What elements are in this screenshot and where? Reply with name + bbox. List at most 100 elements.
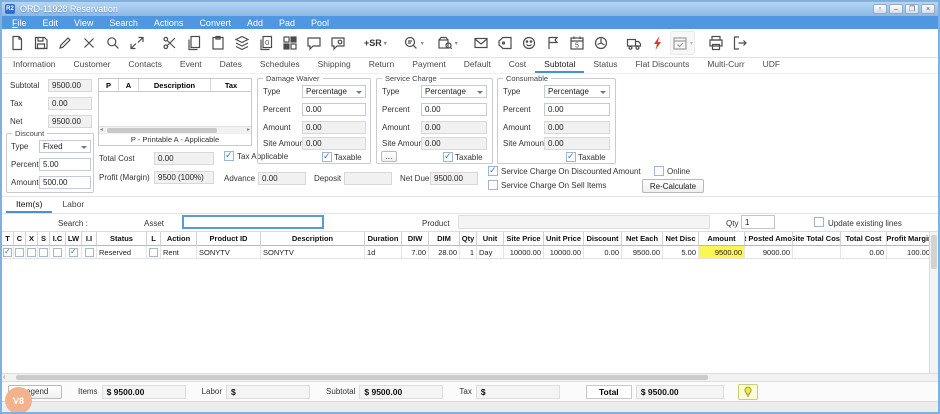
grid-col-action[interactable]: Action: [161, 232, 197, 246]
tax-applicable-checkbox[interactable]: [224, 151, 234, 161]
row-cell-unit-price[interactable]: 10000.00: [544, 246, 584, 259]
grid-col-net-disc[interactable]: Net Disc: [663, 232, 699, 246]
expand-button[interactable]: [125, 31, 149, 55]
row-checkbox-s[interactable]: [39, 248, 48, 257]
grid-col-t[interactable]: T: [2, 232, 14, 246]
grid-col-qty[interactable]: Qty: [460, 232, 477, 246]
comment-search-button[interactable]: [326, 31, 350, 55]
grid-col-i-c[interactable]: I.C: [50, 232, 66, 246]
sc-on-discounted-checkbox[interactable]: [488, 166, 498, 176]
copy-button[interactable]: [182, 31, 206, 55]
update-existing-checkbox[interactable]: [814, 217, 824, 227]
discount-amount-field[interactable]: 500.00: [39, 176, 91, 189]
grid-col-diw[interactable]: DIW: [402, 232, 429, 246]
grid-col-s[interactable]: S: [38, 232, 50, 246]
comment-button[interactable]: [302, 31, 326, 55]
grid-col-profit-margin[interactable]: Profit Margin: [887, 232, 933, 246]
dw-taxable-checkbox[interactable]: [322, 152, 332, 162]
delete-button[interactable]: [77, 31, 101, 55]
menu-pad[interactable]: Pad: [271, 16, 303, 29]
grid-col-net-posted-amou-[interactable]: Net Posted Amou...: [745, 232, 793, 246]
row-cell-s[interactable]: [38, 246, 50, 259]
scroll-left-icon[interactable]: ‹: [3, 374, 5, 382]
row-checkbox-lw[interactable]: [69, 248, 78, 257]
tag-button[interactable]: [493, 31, 517, 55]
row-cell-net-each[interactable]: 9500.00: [622, 246, 663, 259]
menu-search[interactable]: Search: [101, 16, 146, 29]
grid-col-amount[interactable]: Amount: [699, 232, 745, 246]
tab-default[interactable]: Default: [455, 57, 500, 73]
discount-percent-field[interactable]: 5.00: [39, 158, 91, 171]
grid-data-row[interactable]: ReservedRentSONYTVSONYTV1d7.0028.001Day1…: [2, 246, 933, 259]
menu-actions[interactable]: Actions: [146, 16, 192, 29]
row-checkbox-i-i[interactable]: [85, 248, 94, 257]
asset-input[interactable]: [182, 215, 324, 229]
truck-button[interactable]: [622, 31, 646, 55]
tab-udf[interactable]: UDF: [754, 57, 789, 73]
grid-col-x[interactable]: X: [26, 232, 38, 246]
online-checkbox[interactable]: [654, 166, 664, 176]
tab-cost[interactable]: Cost: [500, 57, 535, 73]
flag-button[interactable]: [541, 31, 565, 55]
row-cell-total-cost[interactable]: 0.00: [841, 246, 887, 259]
row-cell-dim[interactable]: 28.00: [429, 246, 460, 259]
tab-subtotal[interactable]: Subtotal: [535, 57, 584, 73]
new-document-button[interactable]: [5, 31, 29, 55]
sc-more-button[interactable]: ...: [381, 151, 397, 162]
exit-button[interactable]: [728, 31, 752, 55]
row-cell-i-i[interactable]: [82, 246, 97, 259]
cons-percent-field[interactable]: 0.00: [544, 103, 610, 116]
row-cell-c[interactable]: [14, 246, 26, 259]
tab-multi-curr[interactable]: Multi-Curr: [698, 57, 753, 73]
grid-vscroll-thumb[interactable]: [931, 235, 937, 269]
edit-button[interactable]: [53, 31, 77, 55]
row-cell-diw[interactable]: 7.00: [402, 246, 429, 259]
row-cell-site-total-cost[interactable]: [793, 246, 841, 259]
minimize-button[interactable]: –: [889, 4, 903, 14]
row-cell-action[interactable]: Rent: [161, 246, 197, 259]
row-cell-description[interactable]: SONYTV: [261, 246, 365, 259]
qty-input[interactable]: [741, 215, 775, 229]
sc-on-sell-checkbox[interactable]: [488, 180, 498, 190]
recalculate-button[interactable]: Re-Calculate: [642, 179, 704, 193]
grid-col-total-cost[interactable]: Total Cost: [841, 232, 887, 246]
cut-button[interactable]: [158, 31, 182, 55]
grid-col-unit-price[interactable]: Unit Price: [544, 232, 584, 246]
smiley-button[interactable]: [517, 31, 541, 55]
close-button[interactable]: ×: [921, 4, 935, 14]
menu-edit[interactable]: Edit: [35, 16, 67, 29]
add-sr-button[interactable]: +SR▾: [359, 31, 392, 55]
paste-button[interactable]: [206, 31, 230, 55]
grid-col-site-total-cost[interactable]: Site Total Cost: [793, 232, 841, 246]
row-cell-status[interactable]: Reserved: [97, 246, 147, 259]
tab-shipping[interactable]: Shipping: [309, 57, 360, 73]
row-checkbox-x[interactable]: [27, 248, 36, 257]
product-input[interactable]: [458, 215, 710, 229]
row-checkbox-l[interactable]: [149, 248, 158, 257]
tab-flat-discounts[interactable]: Flat Discounts: [626, 57, 698, 73]
pa-table-scrollbar[interactable]: ◂ ▸: [99, 126, 251, 133]
row-cell-qty[interactable]: 1: [460, 246, 477, 259]
row-cell-discount[interactable]: 0.00: [584, 246, 622, 259]
row-checkbox-c[interactable]: [15, 248, 24, 257]
tasks-calendar-button[interactable]: ▾: [670, 31, 695, 55]
row-checkbox-t[interactable]: [3, 248, 12, 257]
search-button[interactable]: [101, 31, 125, 55]
print-button[interactable]: [704, 31, 728, 55]
grid-col-net-each[interactable]: Net Each: [622, 232, 663, 246]
grid-col-l[interactable]: L: [147, 232, 161, 246]
row-cell-t[interactable]: [2, 246, 14, 259]
row-cell-amount[interactable]: 9500.00: [699, 246, 745, 259]
row-cell-lw[interactable]: [66, 246, 82, 259]
grid-col-product-id[interactable]: Product ID: [197, 232, 261, 246]
dw-type-select[interactable]: Percentage: [302, 85, 366, 98]
menu-view[interactable]: View: [66, 16, 101, 29]
layers-button[interactable]: [230, 31, 254, 55]
row-cell-net-posted-amou-[interactable]: 9000.00: [745, 246, 793, 259]
sc-type-select[interactable]: Percentage: [421, 85, 487, 98]
row-cell-i-c[interactable]: [50, 246, 66, 259]
cons-type-select[interactable]: Percentage: [544, 85, 610, 98]
box-search-button[interactable]: ▾: [435, 31, 460, 55]
tab-return[interactable]: Return: [360, 57, 404, 73]
grid-horizontal-scrollbar[interactable]: ‹: [2, 373, 938, 382]
